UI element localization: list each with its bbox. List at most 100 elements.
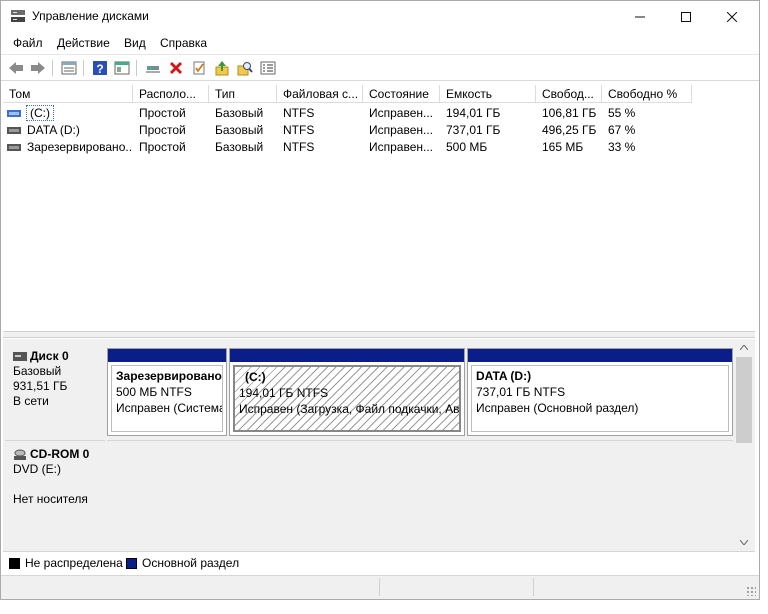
legend-swatch-blue [126,557,137,569]
volume-free: 106,81 ГБ [542,106,597,120]
menu-file[interactable]: Файл [13,36,43,50]
volume-filesystem: NTFS [283,140,315,154]
partition-size: 194,01 ГБ NTFS [239,386,329,400]
close-button[interactable] [709,1,755,32]
properties-icon [260,61,276,75]
scroll-up-arrow[interactable] [735,339,753,356]
scroll-thumb[interactable] [736,357,752,443]
column-header-filesystem[interactable]: Файловая с... [277,85,363,103]
partition-c[interactable]: (C:) 194,01 ГБ NTFS Исправен (Загрузка, … [229,348,465,436]
menu-action[interactable]: Действие [57,36,110,50]
cdrom-drive: DVD (E:) [13,462,61,476]
status-bar [1,575,759,599]
list-view-button[interactable] [59,59,79,77]
close-icon [727,11,737,22]
volume-free-percent: 55 % [608,106,636,120]
partition-type-bar [230,349,464,362]
volume-type: Базовый [215,123,264,137]
volume-free-percent: 67 % [608,123,636,137]
resize-grip[interactable] [746,586,756,596]
volume-free: 165 МБ [542,140,584,154]
delete-icon [169,61,183,75]
menu-help[interactable]: Справка [160,36,207,50]
column-header-capacity[interactable]: Емкость [440,85,536,103]
partition-reserved[interactable]: Зарезервировано 500 МБ NTFS Исправен (Си… [107,348,227,436]
search-icon [237,62,253,76]
volume-list: Том Располо... Тип Файловая с... Состоян… [3,85,755,330]
connect-button[interactable] [143,59,163,77]
legend-primary-partition: Основной раздел [126,556,239,570]
scroll-down-arrow[interactable] [735,534,753,551]
toolbar-separator [52,60,53,76]
cdrom-0-label[interactable]: CD-ROM 0 DVD (E:) Нет носителя [5,440,105,548]
disk-graphical-view: Диск 0 Базовый 931,51 ГБ В сети Зарезерв… [3,339,755,551]
volume-filesystem: NTFS [283,123,315,137]
cdrom-blank-line [13,477,97,492]
forward-button[interactable] [28,59,48,77]
import-button[interactable] [212,59,232,77]
properties-button[interactable] [258,59,278,77]
check-icon [193,61,205,75]
volume-name: (C:) [26,105,54,121]
volume-layout: Простой [139,106,186,120]
disk-management-window: Управление дисками Файл Действие Вид Спр… [0,0,760,600]
help-button[interactable]: ? [90,59,110,77]
volume-name: Зарезервировано... [27,140,133,154]
volume-filesystem: NTFS [283,106,315,120]
minimize-icon [635,16,645,17]
partition-size: 737,01 ГБ NTFS [476,385,566,399]
volume-capacity: 500 МБ [446,140,488,154]
title-bar: Управление дисками [1,1,759,32]
minimize-button[interactable] [617,1,663,32]
cdrom-state: Нет носителя [13,492,88,506]
legend-swatch-black [9,557,20,569]
disk-type: Базовый [13,364,62,378]
legend-unallocated: Не распределена [9,556,123,570]
help-icon: ? [93,61,107,76]
import-icon [215,61,229,76]
volume-layout: Простой [139,140,186,154]
volume-row[interactable]: DATA (D:) Простой Базовый NTFS Исправен.… [3,122,755,139]
volume-status: Исправен... [369,106,434,120]
volume-row[interactable]: (C:) Простой Базовый NTFS Исправен... 19… [3,105,755,122]
cdrom-name: CD-ROM 0 [30,447,90,461]
column-header-free[interactable]: Свобод... [536,85,602,103]
column-header-layout[interactable]: Располо... [133,85,209,103]
panel-icon [114,61,130,75]
search-button[interactable] [235,59,255,77]
maximize-button[interactable] [663,1,709,32]
disk-size: 931,51 ГБ [13,379,68,393]
partition-status: Исправен (Основной раздел) [476,401,639,415]
partition-type-bar [108,349,226,362]
graph-vertical-scrollbar[interactable] [735,339,753,551]
column-header-status[interactable]: Состояние [363,85,440,103]
chevron-down-icon [740,540,748,545]
cdrom-0-area[interactable] [107,440,733,548]
volume-capacity: 194,01 ГБ [446,106,501,120]
check-button[interactable] [189,59,209,77]
volume-type: Базовый [215,140,264,154]
window-title: Управление дисками [32,9,149,23]
column-header-volume[interactable]: Том [3,85,133,103]
chevron-up-icon [740,345,748,350]
volume-name: DATA (D:) [27,123,80,137]
column-header-type[interactable]: Тип [209,85,277,103]
volume-row[interactable]: Зарезервировано... Простой Базовый NTFS … [3,139,755,156]
volume-status: Исправен... [369,140,434,154]
pane-splitter[interactable] [3,331,755,338]
disk-0-label[interactable]: Диск 0 Базовый 931,51 ГБ В сети [5,343,105,437]
partition-d[interactable]: DATA (D:) 737,01 ГБ NTFS Исправен (Основ… [467,348,733,436]
column-header-free-percent[interactable]: Свободно % [602,85,692,103]
status-pane [533,578,759,596]
disk-state: В сети [13,394,49,408]
panel-button[interactable] [112,59,132,77]
menu-view[interactable]: Вид [124,36,146,50]
partition-name: Зарезервировано [116,369,222,383]
back-button[interactable] [6,59,26,77]
volume-free: 496,25 ГБ [542,123,597,137]
partition-status: Исправен (Загрузка, Файл подкачки, Ава [239,402,461,416]
volume-capacity: 737,01 ГБ [446,123,501,137]
delete-button[interactable] [166,59,186,77]
partition-type-bar [468,349,732,362]
list-view-icon [61,61,77,75]
